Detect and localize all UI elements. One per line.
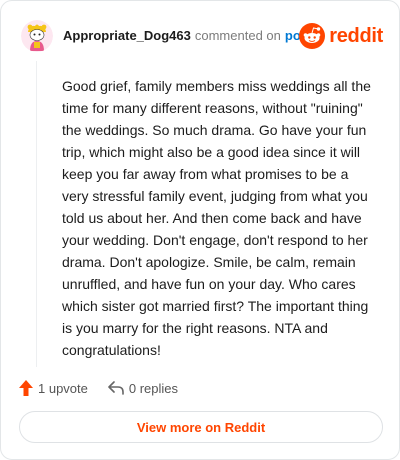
- replies-button[interactable]: 0 replies: [108, 381, 178, 396]
- comment-header: Appropriate_Dog463 commented on post reddi…: [21, 19, 383, 53]
- reddit-snoo-icon: [299, 23, 326, 49]
- snoo-avatar-icon: [21, 20, 53, 52]
- comment-body: Good grief, family members miss weddings…: [62, 78, 371, 358]
- comment-card: Appropriate_Dog463 commented on post reddi…: [0, 0, 400, 460]
- reddit-wordmark: reddit: [329, 24, 383, 47]
- view-more-button[interactable]: View more on Reddit: [19, 411, 383, 443]
- commented-on-text: commented on: [194, 28, 281, 43]
- thread-line[interactable]: [36, 61, 37, 367]
- upvote-count: 1 upvote: [38, 380, 88, 396]
- reddit-logo[interactable]: reddit: [299, 21, 383, 51]
- upvote-arrow-icon: [19, 380, 33, 396]
- comment-actions: 1 upvote 0 replies: [19, 377, 178, 399]
- upvote-button[interactable]: 1 upvote: [19, 380, 88, 396]
- replies-count: 0 replies: [128, 380, 179, 396]
- avatar[interactable]: [21, 20, 53, 52]
- username[interactable]: Appropriate_Dog463: [63, 28, 191, 43]
- reply-arrow-icon: [108, 381, 124, 395]
- comment-meta: Appropriate_Dog463 commented on post: [63, 28, 312, 44]
